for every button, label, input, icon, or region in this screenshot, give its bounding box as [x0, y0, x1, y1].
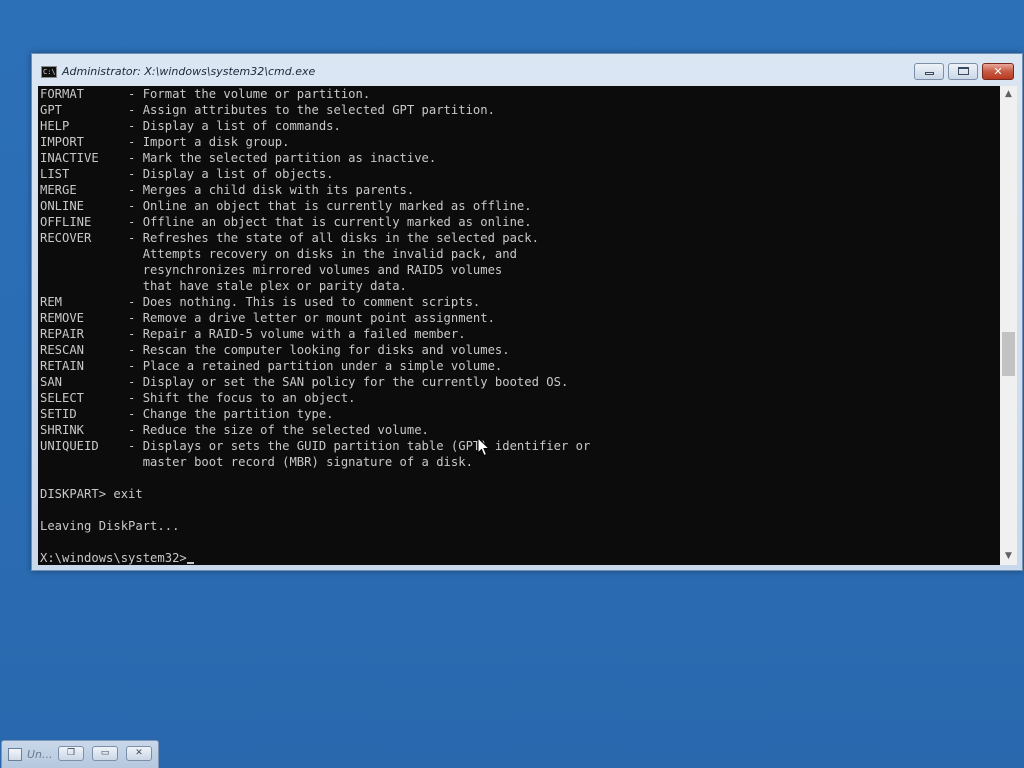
title-bar[interactable]: C:\ Administrator: X:\windows\system32\c… — [32, 54, 1022, 86]
console-output[interactable]: FORMAT - Format the volume or partition.… — [38, 86, 1000, 565]
scroll-thumb[interactable] — [1002, 332, 1015, 376]
close-button-small[interactable]: ✕ — [126, 746, 152, 761]
scroll-down-arrow-icon[interactable]: ▼ — [1000, 548, 1017, 565]
restore-icon: ❐ — [66, 748, 76, 758]
console-content: FORMAT - Format the volume or partition.… — [40, 87, 591, 565]
window-title: Administrator: X:\windows\system32\cmd.e… — [62, 65, 316, 78]
vertical-scrollbar[interactable]: ▲ ▼ — [1000, 86, 1017, 565]
maximize-icon — [957, 67, 969, 75]
text-cursor — [186, 562, 194, 564]
cmd-window[interactable]: C:\ Administrator: X:\windows\system32\c… — [31, 53, 1023, 571]
minimize-icon — [924, 72, 934, 75]
close-icon-small: ✕ — [135, 748, 143, 758]
minimized-window[interactable]: Un... ❐ ▭ ✕ — [1, 740, 159, 768]
minimized-window-title: Un... — [27, 748, 53, 761]
close-button[interactable]: ✕ — [982, 63, 1014, 80]
mouse-pointer-icon — [477, 437, 491, 457]
console-text: FORMAT - Format the volume or partition.… — [40, 86, 590, 565]
restore-button[interactable]: ❐ — [58, 746, 84, 761]
close-icon: ✕ — [993, 65, 1003, 78]
scroll-up-arrow-icon[interactable]: ▲ — [1000, 86, 1017, 103]
minimize-button[interactable] — [914, 63, 944, 80]
cmd-icon: C:\ — [41, 66, 57, 78]
maximize-button[interactable] — [948, 63, 978, 80]
maximize-icon-small: ▭ — [100, 748, 110, 758]
maximize-button-small[interactable]: ▭ — [92, 746, 118, 761]
window-icon — [8, 748, 22, 761]
